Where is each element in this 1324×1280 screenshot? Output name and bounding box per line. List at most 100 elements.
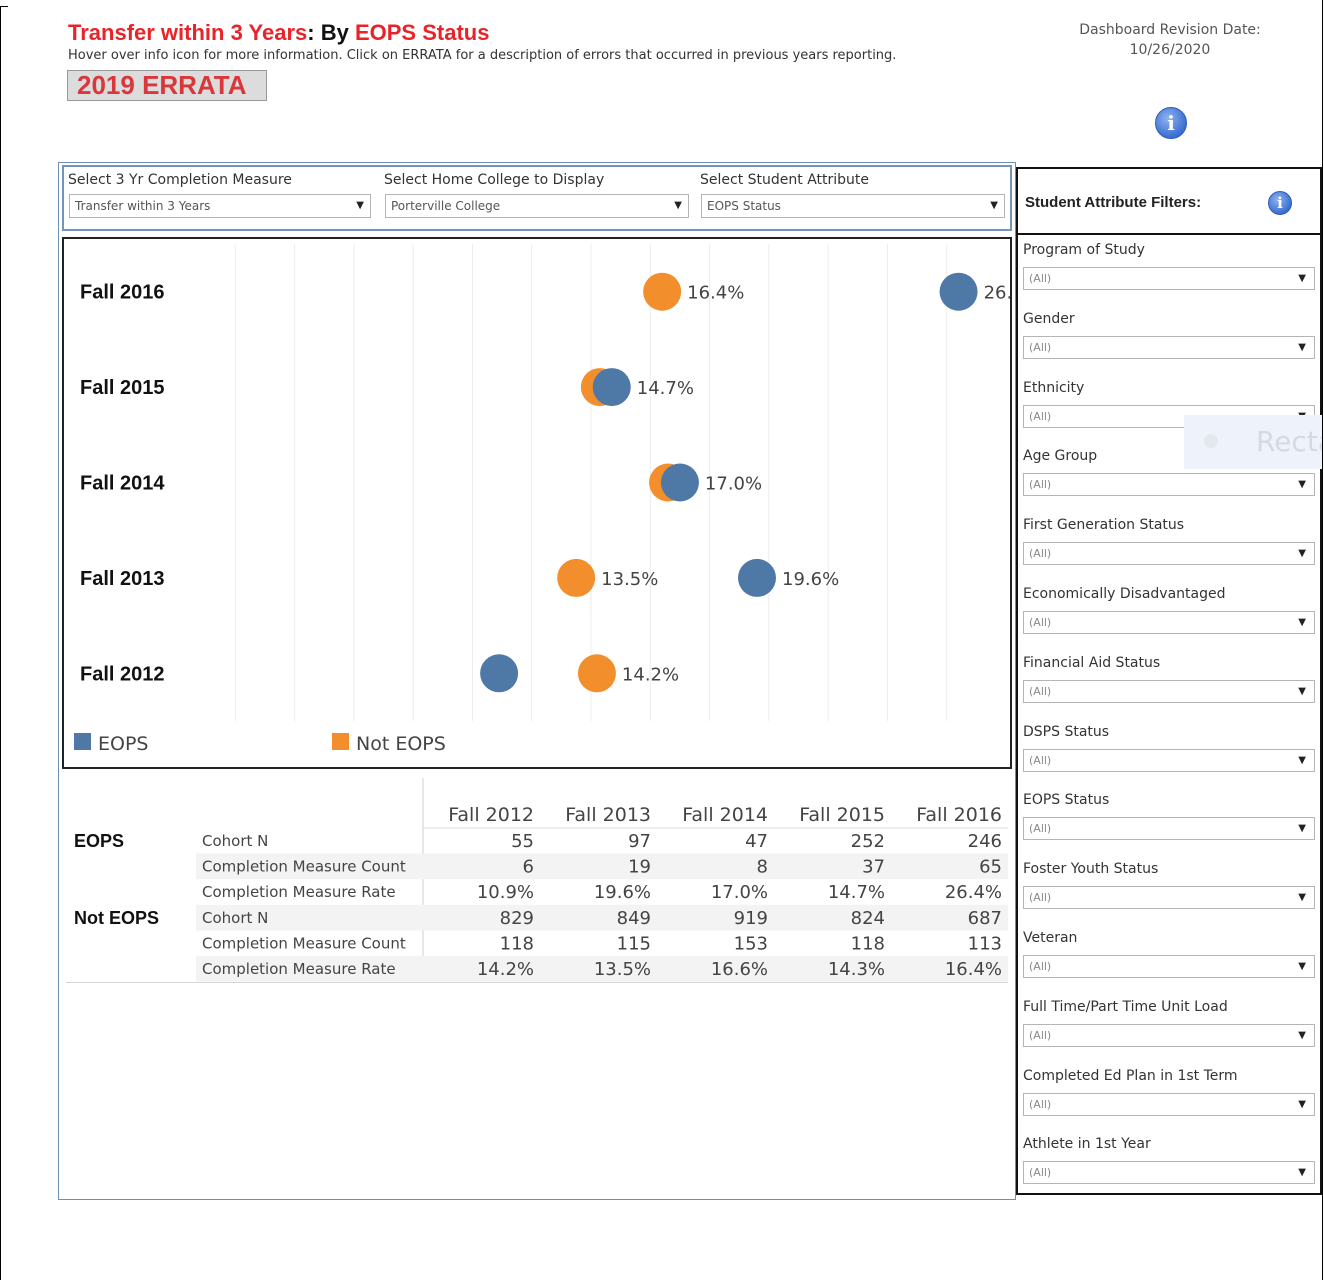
page-subtitle: Hover over info icon for more informatio… <box>68 48 897 63</box>
category-label: Fall 2014 <box>80 473 165 495</box>
table-cell: 118 <box>851 933 885 954</box>
filter-dropdown[interactable]: (All) ▼ <box>1023 886 1315 910</box>
filter-dropdown-value: (All) <box>1029 616 1052 629</box>
frame-top-tick <box>0 6 8 7</box>
filter-label: DSPS Status <box>1023 723 1110 740</box>
info-icon[interactable]: i <box>1268 191 1292 215</box>
chevron-down-icon: ▼ <box>1298 1029 1306 1041</box>
column-header: Fall 2015 <box>799 804 885 826</box>
dot-eops <box>939 272 978 311</box>
table-cell: 118 <box>500 933 534 954</box>
attribute-dropdown-value: EOPS Status <box>707 199 781 213</box>
filter-dropdown[interactable]: (All) ▼ <box>1023 748 1315 772</box>
filter-dropdown[interactable]: (All) ▼ <box>1023 1161 1315 1185</box>
college-dropdown-value: Porterville College <box>391 199 501 213</box>
filter-dropdown-value: (All) <box>1029 272 1052 285</box>
filter-dropdown[interactable]: (All) ▼ <box>1023 955 1315 978</box>
filter-dropdown[interactable]: (All) ▼ <box>1023 611 1315 634</box>
filter-dropdown-value: (All) <box>1029 547 1052 561</box>
dot-eops <box>480 654 519 693</box>
errata-button[interactable]: 2019 ERRATA <box>67 70 267 101</box>
filter-label: Age Group <box>1023 448 1098 465</box>
dot-eops <box>592 368 631 407</box>
frame-right-border <box>1322 0 1323 1280</box>
filter-label: Ethnicity <box>1023 379 1085 396</box>
category-label: Fall 2012 <box>80 663 165 685</box>
dot-not-eops <box>577 654 616 693</box>
title-attribute: EOPS Status <box>354 20 490 45</box>
dot-plot-chart: Fall 2016 Fall 2015 Fall 2014 Fall 2013 Fall… <box>74 244 1041 755</box>
filter-label: Full Time/Part Time Unit Load <box>1023 998 1228 1015</box>
table-cell: 14.7% <box>828 882 885 903</box>
chevron-down-icon: ▼ <box>1298 479 1306 491</box>
filter-dropdown-value: (All) <box>1029 684 1052 698</box>
measure-param: Select 3 Yr Completion Measure <box>68 172 292 192</box>
row-band <box>196 904 1008 931</box>
measure-dropdown[interactable]: Transfer within 3 Years ▼ <box>69 194 371 218</box>
table-cell: 19.6% <box>594 882 651 903</box>
table-cell: 17.0% <box>711 882 768 903</box>
chevron-down-icon: ▼ <box>1298 754 1306 766</box>
filter-panel-title: Student Attribute Filters: <box>1025 194 1202 211</box>
title-colon: : <box>307 20 321 45</box>
filter-dropdown[interactable]: (All) ▼ <box>1023 335 1315 359</box>
chevron-down-icon: ▼ <box>1298 685 1306 697</box>
filter-label: EOPS Status <box>1023 792 1110 809</box>
filter-dropdown[interactable]: (All) ▼ <box>1023 267 1315 290</box>
table-cell: 252 <box>851 831 885 852</box>
filter-label: Completed Ed Plan in 1st Term <box>1023 1067 1238 1084</box>
table-cell: 115 <box>617 933 651 954</box>
chevron-down-icon: ▼ <box>1298 823 1306 835</box>
filter-label: Economically Disadvantaged <box>1023 586 1226 602</box>
table-cell: 16.6% <box>711 959 768 980</box>
chevron-down-icon: ▼ <box>674 200 682 211</box>
filter-dropdown-value: (All) <box>1029 478 1052 492</box>
metric-label: Cohort N <box>202 832 268 850</box>
chevron-down-icon: ▼ <box>1298 961 1306 972</box>
info-icon[interactable]: i <box>1155 107 1187 139</box>
dot-data-label: 19.6% <box>782 569 839 590</box>
dot-data-label: 14.7% <box>637 378 694 399</box>
dot-eops <box>660 463 699 502</box>
chevron-down-icon: ▼ <box>356 200 364 211</box>
metric-label: Completion Measure Count <box>202 934 406 952</box>
table-cell: 65 <box>979 857 1002 878</box>
dot-data-label: 17.0% <box>705 474 762 495</box>
metric-label: Completion Measure Rate <box>202 883 396 901</box>
filter-dropdown-value: (All) <box>1029 409 1052 423</box>
table-cell: 153 <box>734 933 768 954</box>
filter-dropdown-value: (All) <box>1029 891 1052 905</box>
filter-dropdown[interactable]: (All) ▼ <box>1023 542 1315 566</box>
measure-dropdown-value: Transfer within 3 Years <box>75 199 211 213</box>
filter-label: Veteran <box>1023 930 1078 946</box>
column-header: Fall 2014 <box>682 804 768 826</box>
table-cell: 919 <box>734 908 768 929</box>
filter-dropdown[interactable]: (All) ▼ <box>1023 817 1315 841</box>
measure-param-label: Select 3 Yr Completion Measure <box>68 172 292 188</box>
table-cell: 687 <box>968 908 1002 929</box>
title-measure: Transfer within 3 Years <box>68 20 308 45</box>
filter-dropdown-value: (All) <box>1029 822 1052 836</box>
table-cell: 97 <box>628 831 651 852</box>
filter-dropdown[interactable]: (All) ▼ <box>1023 473 1315 497</box>
group-label: Not EOPS <box>74 908 159 928</box>
filter-dropdown[interactable]: (All) ▼ <box>1023 1092 1315 1116</box>
table-cell: 829 <box>500 908 534 929</box>
ghost-dot <box>1204 434 1218 448</box>
filter-label: Financial Aid Status <box>1023 654 1161 671</box>
attribute-dropdown[interactable]: EOPS Status ▼ <box>701 194 1005 218</box>
legend-label: Not EOPS <box>356 733 446 755</box>
table-cell: 13.5% <box>594 959 651 980</box>
table-cell: 14.3% <box>828 959 885 980</box>
college-dropdown[interactable]: Porterville College ▼ <box>385 194 689 218</box>
dot-eops <box>738 558 776 597</box>
title-by: By <box>320 20 355 45</box>
college-param: Select Home College to Display <box>384 172 604 192</box>
college-param-label: Select Home College to Display <box>384 172 605 188</box>
revision-date-block: Dashboard Revision Date: 10/26/2020 <box>1060 20 1280 60</box>
dot-not-eops <box>643 272 682 311</box>
filter-dropdown[interactable]: (All) ▼ <box>1023 1023 1315 1047</box>
table-cell: 47 <box>745 831 768 852</box>
metric-label: Completion Measure Count <box>202 858 406 876</box>
filter-dropdown[interactable]: (All) ▼ <box>1023 679 1315 703</box>
